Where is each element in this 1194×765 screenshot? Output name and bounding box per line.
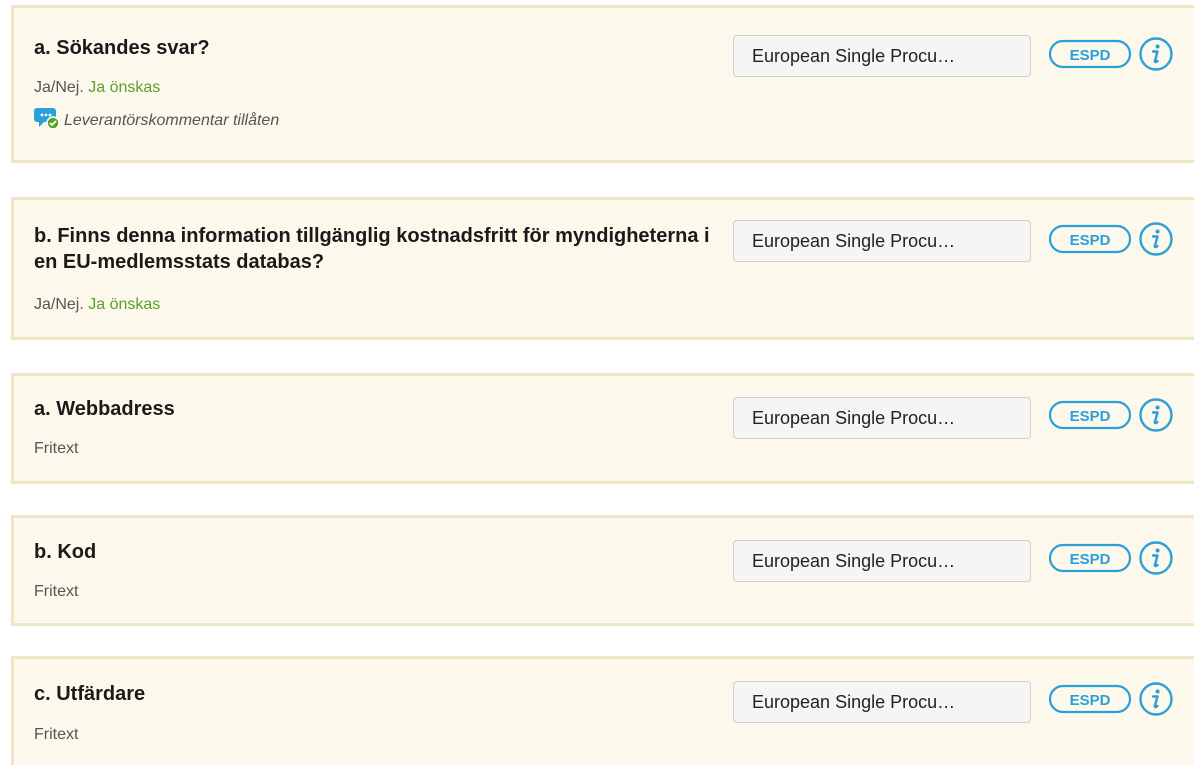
question-card: a. Sökandes svar? Ja/Nej. Ja önskas Leve…: [11, 5, 1194, 163]
question-card: c. Utfärdare Fritext European Single Pro…: [11, 656, 1194, 765]
espd-badge-label: ESPD: [1070, 408, 1111, 425]
answer-type-value: Ja önskas: [88, 79, 161, 96]
espd-select[interactable]: European Single Procu…: [733, 681, 1031, 723]
question-title: a. Sökandes svar?: [34, 37, 210, 59]
answer-type: Ja/Nej. Ja önskas: [34, 78, 160, 98]
question-title: c. Utfärdare: [34, 683, 146, 705]
answer-type: Ja/Nej. Ja önskas: [34, 295, 160, 315]
espd-badge-label: ESPD: [1070, 232, 1111, 249]
espd-badge[interactable]: ESPD: [1048, 221, 1132, 257]
espd-badge[interactable]: ESPD: [1048, 681, 1132, 717]
question-card: b. Finns denna information tillgänglig k…: [11, 197, 1194, 340]
question-card: a. Webbadress Fritext European Single Pr…: [11, 373, 1194, 484]
answer-type: Fritext: [34, 725, 78, 745]
espd-badge-label: ESPD: [1070, 692, 1111, 709]
espd-badge-label: ESPD: [1070, 551, 1111, 568]
espd-badge[interactable]: ESPD: [1048, 397, 1132, 433]
answer-type-prefix: Ja/Nej.: [34, 296, 84, 313]
comment-allowed-icon: [34, 106, 60, 136]
supplier-comment-note: Leverantörskommentar tillåten: [34, 106, 279, 136]
answer-type: Fritext: [34, 582, 78, 602]
espd-select[interactable]: European Single Procu…: [733, 540, 1031, 582]
espd-select[interactable]: European Single Procu…: [733, 35, 1031, 77]
question-card: b. Kod Fritext European Single Procu… ES…: [11, 515, 1194, 626]
info-icon[interactable]: [1138, 36, 1174, 72]
answer-type-prefix: Fritext: [34, 440, 79, 457]
espd-badge[interactable]: ESPD: [1048, 36, 1132, 72]
espd-select[interactable]: European Single Procu…: [733, 397, 1031, 439]
answer-type: Fritext: [34, 439, 78, 459]
espd-select[interactable]: European Single Procu…: [733, 220, 1031, 262]
info-icon[interactable]: [1138, 397, 1174, 433]
comment-label: Leverantörskommentar tillåten: [64, 112, 280, 129]
espd-badge[interactable]: ESPD: [1048, 540, 1132, 576]
answer-type-prefix: Fritext: [34, 583, 79, 600]
espd-badge-label: ESPD: [1070, 47, 1111, 64]
answer-type-prefix: Ja/Nej.: [34, 79, 84, 96]
question-title: b. Kod: [34, 541, 97, 563]
info-icon[interactable]: [1138, 681, 1174, 717]
question-title: b. Finns denna information tillgänglig k…: [34, 225, 710, 273]
answer-type-prefix: Fritext: [34, 726, 79, 743]
answer-type-value: Ja önskas: [88, 296, 161, 313]
question-title: a. Webbadress: [34, 398, 175, 420]
info-icon[interactable]: [1138, 221, 1174, 257]
info-icon[interactable]: [1138, 540, 1174, 576]
